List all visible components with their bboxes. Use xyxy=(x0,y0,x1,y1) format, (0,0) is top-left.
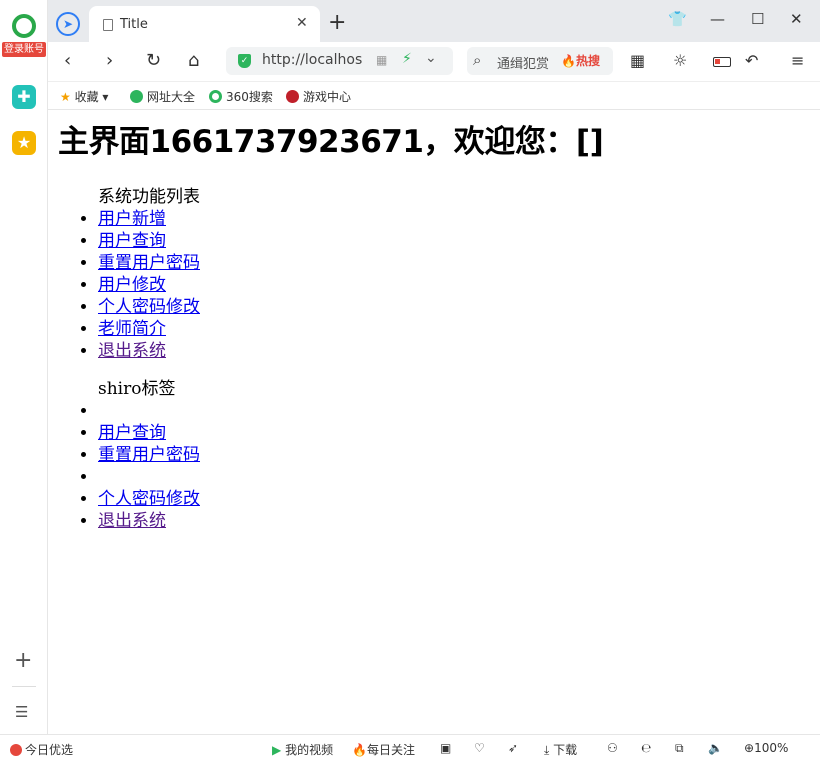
forward-icon[interactable]: › xyxy=(106,50,113,71)
plus-app-icon[interactable]: ✚ xyxy=(12,85,36,109)
game-icon xyxy=(286,90,299,103)
list-item: 用户新增 xyxy=(98,208,798,230)
window-close-icon[interactable]: ✕ xyxy=(790,10,803,28)
bookmarks-bar: ★ 收藏 ▾ 网址大全 360搜索 游戏中心 xyxy=(48,82,820,110)
menu-icon[interactable]: ≡ xyxy=(791,51,804,70)
my-videos[interactable]: ▶ 我的视频 xyxy=(272,741,333,758)
link-shiro-user-query[interactable]: 用户查询 xyxy=(98,423,166,443)
bookmark-favorites[interactable]: ★ 收藏 ▾ xyxy=(60,88,108,105)
list-item: 个人密码修改 xyxy=(98,488,798,510)
maximize-icon[interactable]: ☐ xyxy=(751,10,764,28)
url-text[interactable]: http://localhos xyxy=(262,52,362,68)
browser-logo-icon xyxy=(12,14,36,38)
new-tab-icon[interactable]: + xyxy=(328,10,346,35)
undo-icon[interactable]: ↶ xyxy=(745,51,758,70)
address-toolbar: ‹ › ↻ ⌂ ✓ http://localhos ▦ ⚡ ⌄ ⌕ 通缉犯赏 🔥… xyxy=(48,42,820,82)
globe-icon xyxy=(130,90,143,103)
speed-mode-icon[interactable]: ⚡ xyxy=(402,51,412,67)
list-item: 用户修改 xyxy=(98,274,798,296)
image-icon[interactable]: ▣ xyxy=(440,741,451,755)
list-item: 个人密码修改 xyxy=(98,296,798,318)
link-logout[interactable]: 退出系统 xyxy=(98,341,166,361)
volume-icon[interactable]: 🔈 xyxy=(708,741,723,755)
download-icon: ⤓ xyxy=(544,743,550,757)
rocket-icon[interactable]: ➶ xyxy=(508,741,518,755)
zoom-icon: ⊕ xyxy=(744,741,755,755)
search-box[interactable]: ⌕ 通缉犯赏 🔥热搜 xyxy=(467,47,613,75)
fire-icon: 🔥 xyxy=(352,743,367,757)
section-title-functions: 系统功能列表 xyxy=(98,187,200,207)
login-account-label[interactable]: 登录账号 xyxy=(2,42,46,57)
address-bar[interactable]: ✓ http://localhos ▦ ⚡ ⌄ xyxy=(226,47,453,75)
battery-icon[interactable] xyxy=(713,57,731,67)
skin-shirt-icon[interactable]: 👕 xyxy=(668,10,687,28)
minimize-icon[interactable]: — xyxy=(710,10,725,28)
window-icon[interactable]: ⧉ xyxy=(675,741,684,756)
download[interactable]: ⤓ 下载 xyxy=(544,741,577,758)
list-item: 重置用户密码 xyxy=(98,444,798,466)
link-user-query[interactable]: 用户查询 xyxy=(98,231,166,251)
star-icon: ★ xyxy=(60,90,71,104)
link-change-password[interactable]: 个人密码修改 xyxy=(98,297,200,317)
navigation-icon[interactable]: ➤ xyxy=(56,12,80,36)
link-teacher-intro[interactable]: 老师简介 xyxy=(98,319,166,339)
privacy-icon[interactable]: ⚇ xyxy=(607,741,618,755)
favorites-star-icon[interactable]: ★ xyxy=(12,131,36,155)
hot-search-label[interactable]: 🔥热搜 xyxy=(559,47,613,75)
apps-grid-icon[interactable]: ▦ xyxy=(630,51,645,70)
link-user-edit[interactable]: 用户修改 xyxy=(98,275,166,295)
sidebar-add-icon[interactable]: + xyxy=(14,648,32,673)
360-icon xyxy=(209,90,222,103)
today-picks[interactable]: 今日优选 xyxy=(10,741,73,758)
tab-close-icon[interactable]: ✕ xyxy=(296,15,308,31)
link-user-add[interactable]: 用户新增 xyxy=(98,209,166,229)
search-input[interactable]: 通缉犯赏 xyxy=(497,53,549,72)
security-shield-icon[interactable]: ✓ xyxy=(238,54,251,68)
browser-logo[interactable]: 登录账号 xyxy=(0,12,48,60)
list-item: 退出系统 xyxy=(98,340,798,362)
bookmark-site-directory[interactable]: 网址大全 xyxy=(130,88,195,105)
list-item: 退出系统 xyxy=(98,510,798,532)
search-icon: ⌕ xyxy=(473,51,482,69)
home-icon[interactable]: ⌂ xyxy=(188,50,199,71)
list-item-empty xyxy=(98,466,798,488)
page-icon xyxy=(103,19,113,31)
link-shiro-reset-password[interactable]: 重置用户密码 xyxy=(98,445,200,465)
tab-title: Title xyxy=(120,17,148,32)
list-item: 老师简介 xyxy=(98,318,798,340)
daily-follow[interactable]: 🔥每日关注 xyxy=(352,741,415,758)
browser-sidebar: 登录账号 ✚ ★ + ☰ xyxy=(0,0,48,734)
tab-active[interactable]: Title ✕ xyxy=(89,6,320,42)
video-play-icon: ▶ xyxy=(272,743,282,757)
list-item: 用户查询 xyxy=(98,230,798,252)
shiro-list: 用户查询 重置用户密码 个人密码修改 退出系统 xyxy=(98,400,798,532)
sidebar-menu-icon[interactable]: ☰ xyxy=(15,703,28,721)
back-icon[interactable]: ‹ xyxy=(64,50,71,71)
ie-icon[interactable]: ℮ xyxy=(641,741,651,755)
bookmark-360-search[interactable]: 360搜索 xyxy=(209,88,273,105)
sidebar-divider xyxy=(12,686,36,687)
list-item-empty xyxy=(98,400,798,422)
status-bar: 今日优选 ▶ 我的视频 🔥每日关注 ▣ ♡ ➶ ⤓ 下载 ⚇ ℮ ⧉ 🔈 ⊕10… xyxy=(0,734,820,761)
link-shiro-change-password[interactable]: 个人密码修改 xyxy=(98,489,200,509)
page-title: 主界面1661737923671，欢迎您：[] xyxy=(58,124,604,160)
qr-code-icon[interactable]: ▦ xyxy=(376,53,387,67)
section-title-shiro: shiro标签 xyxy=(98,379,176,399)
page-content: 主界面1661737923671，欢迎您：[] 系统功能列表 用户新增 用户查询… xyxy=(58,120,798,532)
link-shiro-logout[interactable]: 退出系统 xyxy=(98,511,166,531)
heart-icon xyxy=(10,744,22,756)
tab-bar: ➤ Title ✕ + 👕 — ☐ ✕ xyxy=(48,0,820,42)
reload-icon[interactable]: ↻ xyxy=(146,50,161,71)
chevron-down-icon[interactable]: ⌄ xyxy=(425,50,437,66)
bookmark-game-center[interactable]: 游戏中心 xyxy=(286,88,351,105)
function-list: 用户新增 用户查询 重置用户密码 用户修改 个人密码修改 老师简介 退出系统 xyxy=(98,208,798,362)
brightness-icon[interactable]: ☼ xyxy=(673,51,687,70)
link-reset-password[interactable]: 重置用户密码 xyxy=(98,253,200,273)
health-icon[interactable]: ♡ xyxy=(474,741,485,755)
list-item: 用户查询 xyxy=(98,422,798,444)
zoom-level[interactable]: ⊕100% xyxy=(744,741,788,755)
list-item: 重置用户密码 xyxy=(98,252,798,274)
